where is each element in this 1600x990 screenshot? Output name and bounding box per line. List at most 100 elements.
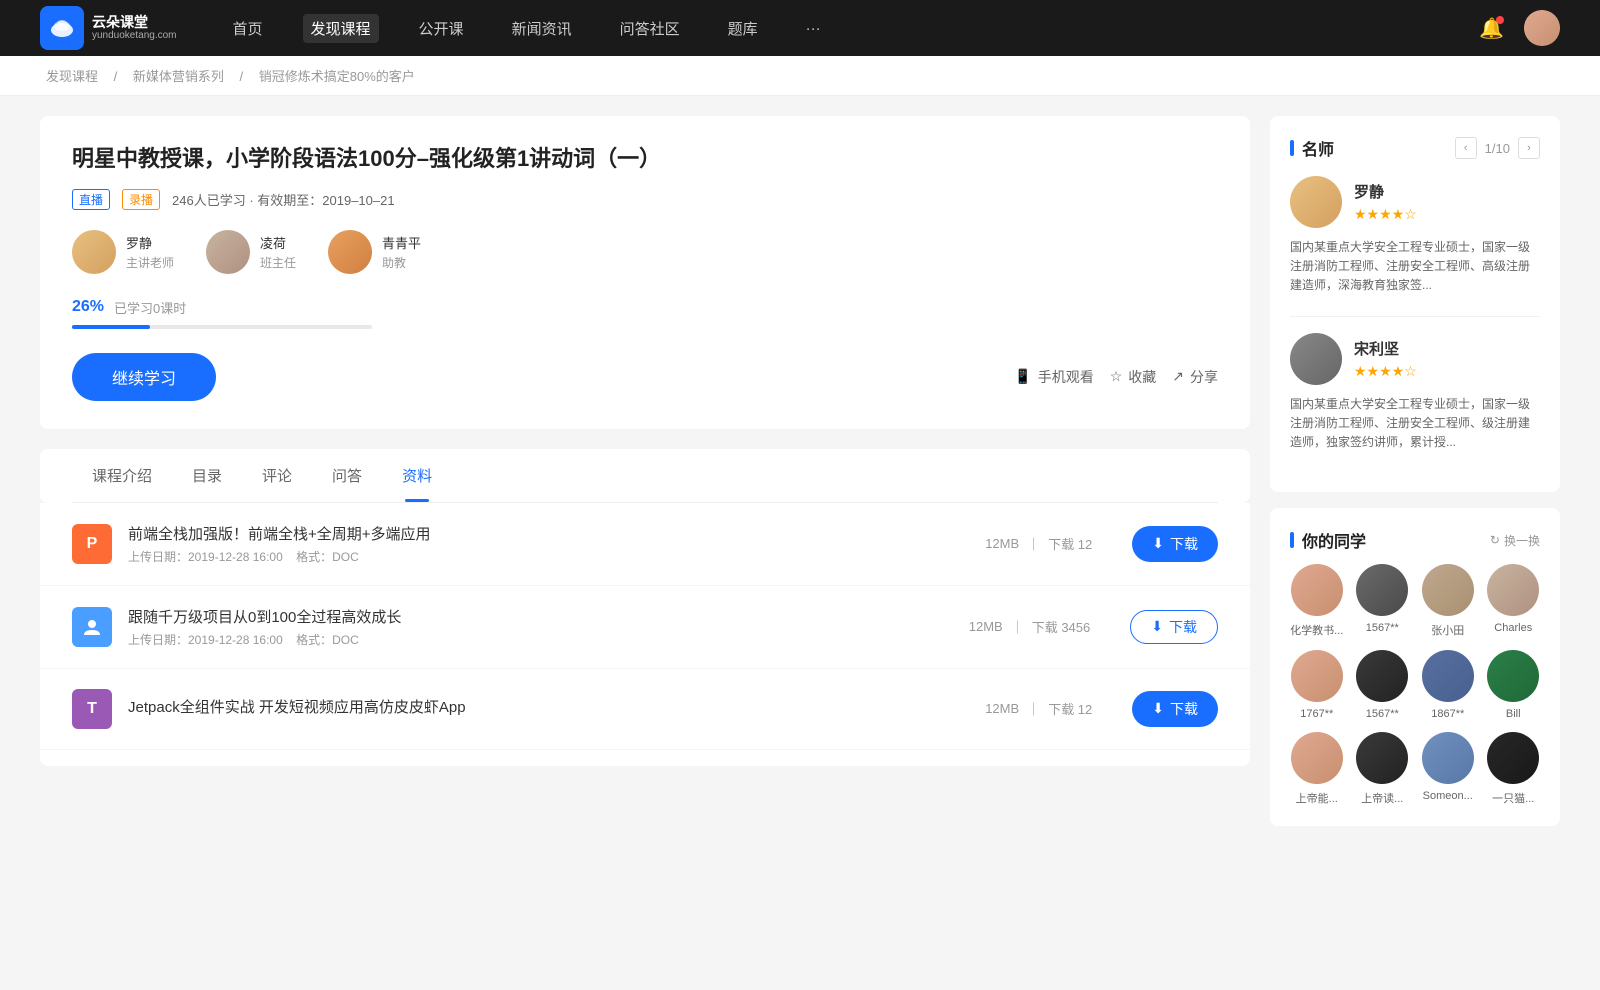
collect-button[interactable]: ☆ 收藏 xyxy=(1110,367,1157,387)
classmates-title: 你的同学 xyxy=(1290,528,1366,552)
nav-more[interactable]: ··· xyxy=(798,16,829,41)
mobile-watch-button[interactable]: 📱 手机观看 xyxy=(1014,367,1093,387)
material-info-0: 前端全栈加强版！前端全栈+全周期+多端应用 上传日期：2019-12-28 16… xyxy=(128,523,969,565)
breadcrumb-sep-2: / xyxy=(240,69,247,84)
teacher-item-2: 青青平 助教 xyxy=(328,230,421,274)
tab-intro[interactable]: 课程介绍 xyxy=(72,449,172,502)
tabs-card: 课程介绍 目录 评论 问答 资料 xyxy=(40,449,1250,503)
classmate-name-7: Bill xyxy=(1506,708,1521,720)
progress-section: 26% 已学习0课时 xyxy=(72,298,1218,329)
refresh-label: 换一换 xyxy=(1504,532,1540,549)
classmate-name-6: 1867** xyxy=(1431,708,1464,720)
share-label: 分享 xyxy=(1190,367,1218,387)
classmate-4: 1767** xyxy=(1290,650,1344,720)
teacher-avatar-1 xyxy=(206,230,250,274)
classmate-avatar-9 xyxy=(1356,732,1408,784)
teacher-sidebar-desc-1: 国内某重点大学安全工程专业硕士，国家一级注册消防工程师、注册安全工程师、级注册建… xyxy=(1290,395,1540,453)
progress-bar-bg xyxy=(72,325,372,329)
teacher-avatar-0 xyxy=(72,230,116,274)
classmate-6: 1867** xyxy=(1421,650,1475,720)
material-icon-0: P xyxy=(72,524,112,564)
tab-catalog[interactable]: 目录 xyxy=(172,449,242,502)
next-teacher-button[interactable]: › xyxy=(1518,137,1540,159)
breadcrumb-sep-1: / xyxy=(114,69,121,84)
material-info-1: 跟随千万级项目从0到100全过程高效成长 上传日期：2019-12-28 16:… xyxy=(128,606,953,648)
download-icon-0: ⬇ xyxy=(1152,535,1164,552)
breadcrumb-item-1[interactable]: 发现课程 xyxy=(46,69,98,84)
download-button-1[interactable]: ⬇ 下载 xyxy=(1130,610,1218,644)
logo[interactable]: 云朵课堂 yunduoketang.com xyxy=(40,6,177,50)
teacher-avatar-2 xyxy=(328,230,372,274)
nav-exam[interactable]: 题库 xyxy=(720,14,766,43)
tab-review[interactable]: 评论 xyxy=(242,449,312,502)
download-icon-2: ⬇ xyxy=(1152,700,1164,717)
download-button-2[interactable]: ⬇ 下载 xyxy=(1132,691,1218,727)
classmate-9: 上帝读... xyxy=(1356,732,1410,806)
teacher-name-0: 罗静 xyxy=(126,233,174,252)
teacher-sidebar-avatar-0 xyxy=(1290,176,1342,228)
material-title-1: 跟随千万级项目从0到100全过程高效成长 xyxy=(128,606,953,627)
download-button-0[interactable]: ⬇ 下载 xyxy=(1132,526,1218,562)
classmate-avatar-0 xyxy=(1291,564,1343,616)
nav-qa[interactable]: 问答社区 xyxy=(612,14,688,43)
continue-button[interactable]: 继续学习 xyxy=(72,353,216,401)
user-avatar-nav[interactable] xyxy=(1524,10,1560,46)
classmates-header: 你的同学 ↻ 换一换 xyxy=(1290,528,1540,552)
material-item-2: T Jetpack全组件实战 开发短视频应用高仿皮皮虾App 12MB ｜ 下载… xyxy=(40,669,1250,750)
teacher-sidebar-avatar-1 xyxy=(1290,333,1342,385)
classmate-11: 一只猫... xyxy=(1487,732,1541,806)
material-list: P 前端全栈加强版！前端全栈+全周期+多端应用 上传日期：2019-12-28 … xyxy=(40,503,1250,766)
breadcrumb-item-2[interactable]: 新媒体营销系列 xyxy=(133,69,224,84)
classmate-7: Bill xyxy=(1487,650,1541,720)
classmate-8: 上帝能... xyxy=(1290,732,1344,806)
classmate-name-8: 上帝能... xyxy=(1296,790,1338,806)
nav-home[interactable]: 首页 xyxy=(225,14,271,43)
classmate-avatar-8 xyxy=(1291,732,1343,784)
mobile-label: 手机观看 xyxy=(1038,367,1094,387)
tab-qa[interactable]: 问答 xyxy=(312,449,382,502)
course-meta-text: 246人已学习 · 有效期至：2019–10–21 xyxy=(172,190,395,209)
teacher-sidebar-meta-0: 罗静 ★★★★☆ xyxy=(1354,181,1417,223)
classmate-avatar-7 xyxy=(1487,650,1539,702)
classmate-name-9: 上帝读... xyxy=(1361,790,1403,806)
share-button[interactable]: ↗ 分享 xyxy=(1172,367,1218,387)
refresh-icon: ↻ xyxy=(1490,533,1500,547)
badge-live: 直播 xyxy=(72,189,110,210)
teacher-role-1: 班主任 xyxy=(260,254,296,271)
refresh-classmates-button[interactable]: ↻ 换一换 xyxy=(1490,532,1540,549)
tab-material[interactable]: 资料 xyxy=(382,449,452,502)
badge-record: 录播 xyxy=(122,189,160,210)
teacher-name-1: 凌荷 xyxy=(260,233,296,252)
course-actions: 继续学习 📱 手机观看 ☆ 收藏 ↗ 分享 xyxy=(72,353,1218,401)
breadcrumb: 发现课程 / 新媒体营销系列 / 销冠修炼术搞定80%的客户 xyxy=(0,56,1600,96)
classmate-name-10: Someon... xyxy=(1423,790,1473,802)
mobile-icon: 📱 xyxy=(1014,368,1031,385)
nav-public[interactable]: 公开课 xyxy=(411,14,472,43)
classmate-avatar-5 xyxy=(1356,650,1408,702)
teacher-info-2: 青青平 助教 xyxy=(382,233,421,271)
classmate-name-2: 张小田 xyxy=(1431,622,1464,638)
main-layout: 明星中教授课，小学阶段语法100分–强化级第1讲动词（一） 直播 录播 246人… xyxy=(0,96,1600,862)
bell-button[interactable]: 🔔 xyxy=(1479,16,1504,41)
material-item-0: P 前端全栈加强版！前端全栈+全周期+多端应用 上传日期：2019-12-28 … xyxy=(40,503,1250,586)
notification-dot xyxy=(1496,16,1504,24)
nav-right: 🔔 xyxy=(1479,10,1560,46)
nav-news[interactable]: 新闻资讯 xyxy=(504,14,580,43)
teacher-sidebar-name-0: 罗静 xyxy=(1354,181,1417,202)
teacher-page: 1/10 xyxy=(1485,141,1510,156)
teacher-role-2: 助教 xyxy=(382,254,421,271)
classmate-10: Someon... xyxy=(1421,732,1475,806)
teacher-name-2: 青青平 xyxy=(382,233,421,252)
teacher-sidebar-header-0: 罗静 ★★★★☆ xyxy=(1290,176,1540,228)
classmate-avatar-1 xyxy=(1356,564,1408,616)
prev-teacher-button[interactable]: ‹ xyxy=(1455,137,1477,159)
classmate-avatar-3 xyxy=(1487,564,1539,616)
classmate-0: 化学教书... xyxy=(1290,564,1344,638)
classmate-5: 1567** xyxy=(1356,650,1410,720)
classmate-name-4: 1767** xyxy=(1300,708,1333,720)
course-meta: 直播 录播 246人已学习 · 有效期至：2019–10–21 xyxy=(72,189,1218,210)
material-stats-1: 12MB ｜ 下载 3456 xyxy=(969,617,1091,636)
teacher-sidebar-header-1: 宋利坚 ★★★★☆ xyxy=(1290,333,1540,385)
teachers-list: 罗静 主讲老师 凌荷 班主任 青青平 助教 xyxy=(72,230,1218,274)
nav-discover[interactable]: 发现课程 xyxy=(303,14,379,43)
